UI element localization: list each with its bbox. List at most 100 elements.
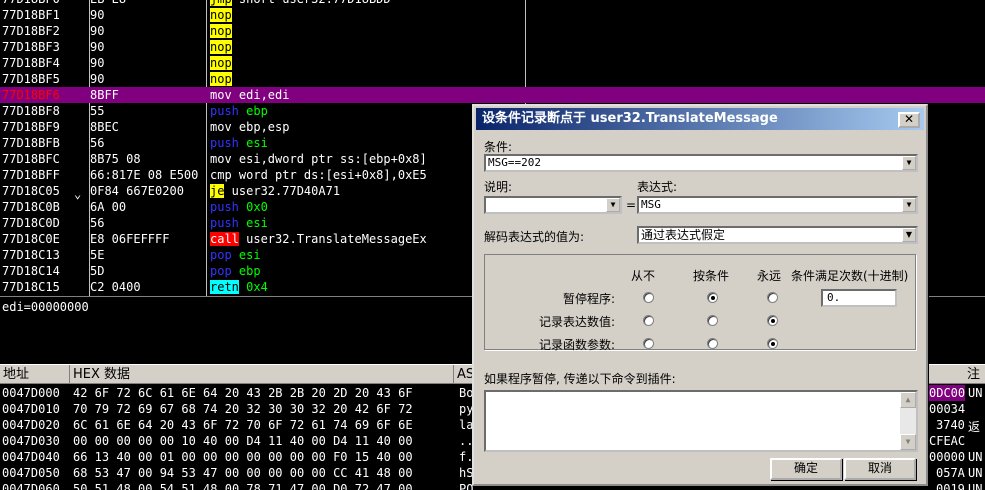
description-label: 说明: [484,180,513,194]
disassembly-row[interactable]: 77D18BF3 90 nop [0,39,985,55]
dump-row-address: 0047D010 [2,402,60,416]
row-address: 77D18BF4 [2,56,60,70]
row-address: 77D18BFB [2,136,60,150]
row-address: 77D18BF5 [2,72,60,86]
chevron-down-icon[interactable]: ▼ [902,198,916,212]
row-hex-bytes: EB E8 [90,0,126,7]
disassembly-row[interactable]: 77D18BF5 90 nop [0,71,985,87]
stack-comment: UN [968,386,983,400]
row-operands: esi [238,136,268,150]
command-scrollbar[interactable]: ▲ ▼ [900,392,916,450]
radio-always[interactable] [767,315,778,326]
decode-value: 通过表达式假定 [641,228,726,242]
command-label: 如果程序暂停, 传递以下命令到插件: [484,372,676,386]
row-hex-bytes: 66:817E 08 E500 [90,168,199,182]
row-hex-bytes: E8 06FEFFFF [90,232,170,246]
row-mnemonic: retn [210,280,239,294]
info-text: edi=00000000 [2,300,89,314]
row-operands: esi,dword ptr ss:[ebp+0x8] [231,152,427,166]
dump-row-hex: 42 6F 72 6C 61 6E 64 20 43 2B 2B 20 2D 2… [73,386,413,400]
dialog-title-bar[interactable]: 设条件记录断点于 user32.TranslateMessage ✕ [476,108,924,130]
row-hex-bytes: 0F84 667E0200 [90,184,184,198]
pause-count-input[interactable]: 0. [821,289,897,307]
row-disassembly: push ebp [210,103,268,119]
dump-row-address: 0047D030 [2,434,60,448]
row-hex-bytes: 90 [90,40,105,54]
row-disassembly: nop [210,39,232,55]
radio-always[interactable] [767,292,778,303]
chevron-down-icon[interactable]: ▼ [902,228,916,242]
radio-on-condition[interactable] [707,292,718,303]
row-hex-bytes: 90 [90,56,105,70]
disassembly-row[interactable]: 77D18BF6 8BFF mov edi,edi [0,87,985,103]
condition-label: 条件: [484,140,513,154]
row-address: 77D18C0E [2,232,60,246]
row-disassembly: jmp short user32.77D18BDD [210,0,391,7]
ok-button[interactable]: 确定 [770,458,842,480]
row-disassembly: mov esi,dword ptr ss:[ebp+0x8] [210,151,427,167]
row-mnemonic: push [210,216,239,230]
row-disassembly: nop [210,71,232,87]
row-hex-bytes: 56 [90,216,105,230]
stack-header-note[interactable]: 注 [964,365,985,385]
row-address: 77D18C0D [2,216,60,230]
row-mnemonic: push [210,200,239,214]
row-hex-bytes: 56 [90,136,105,150]
row-mnemonic: pop [210,248,232,262]
scroll-down-icon[interactable]: ▼ [900,434,916,450]
description-combobox[interactable]: ▼ [484,196,622,214]
disassembly-row[interactable]: 77D18BF4 90 nop [0,55,985,71]
radio-never[interactable] [643,292,654,303]
dump-header-ascii[interactable]: AS [454,365,474,385]
dump-row-address: 0047D040 [2,450,60,464]
row-operands: esi [231,248,261,262]
row-address: 77D18BF6 [2,88,60,102]
row-address: 77D18BF2 [2,24,60,38]
stack-value-fragment: 00000 [929,449,966,465]
row-disassembly: mov edi,edi [210,87,289,103]
cancel-button[interactable]: 取消 [844,458,916,480]
radio-never[interactable] [643,315,654,326]
radio-on-condition[interactable] [707,315,718,326]
expression-combobox[interactable]: MSG ▼ [637,196,918,214]
row-address: 77D18C15 [2,280,60,294]
row-disassembly: nop [210,7,232,23]
row-hex-bytes: 90 [90,8,105,22]
row-disassembly: nop [210,55,232,71]
row-mnemonic: push [210,136,239,150]
row-address: 77D18BFC [2,152,60,166]
row-operands: ebp [231,264,261,278]
dump-row-hex: 68 53 47 00 94 53 47 00 00 00 00 00 CC 4… [73,466,413,480]
chevron-down-icon[interactable]: ▼ [606,198,620,212]
radio-always[interactable] [767,338,778,349]
close-button[interactable]: ✕ [898,112,920,128]
dump-row-hex: 6C 61 6E 64 20 43 6F 72 70 6F 72 61 74 6… [73,418,413,432]
column-always: 永远 [757,269,782,283]
row-address: 77D18BF3 [2,40,60,54]
condition-combobox[interactable]: MSG==202 ▼ [484,154,918,172]
row-hex-bytes: 8BEC [90,120,119,134]
row-operands: 0x4 [238,280,268,294]
radio-on-condition[interactable] [707,338,718,349]
condition-value: MSG==202 [488,156,541,169]
row-disassembly: call user32.TranslateMessageEx [210,231,427,247]
radio-never[interactable] [643,338,654,349]
option-row-label: 暂停程序: [562,292,615,306]
option-row-label: 记录函数参数: [538,338,615,352]
disassembly-row[interactable]: 77D18BF1 90 nop [0,7,985,23]
stack-value-fragment: 0DC00 [929,385,966,401]
option-row-label: 记录表达数值: [538,315,615,329]
disassembly-row[interactable]: 77D18BF2 90 nop [0,23,985,39]
dump-row-hex: 70 79 72 69 67 68 74 20 32 30 30 32 20 4… [73,402,413,416]
conditional-log-breakpoint-dialog: 设条件记录断点于 user32.TranslateMessage ✕ 条件: M… [472,104,928,486]
plugin-command-textarea[interactable]: ▲ ▼ [484,390,918,452]
row-operands: ebp [238,104,268,118]
chevron-down-icon[interactable]: ▼ [902,156,916,170]
decode-combobox[interactable]: 通过表达式假定 ▼ [637,226,918,244]
disassembly-row[interactable]: 77D18BF0 EB E8 jmp short user32.77D18BDD [0,0,985,7]
stack-value-fragment: 00034 [929,401,966,417]
scroll-up-icon[interactable]: ▲ [900,392,916,408]
dump-header-hex[interactable]: HEX 数据 [70,365,454,385]
dump-header-address[interactable]: 地址 [0,365,70,385]
row-disassembly: push esi [210,215,268,231]
